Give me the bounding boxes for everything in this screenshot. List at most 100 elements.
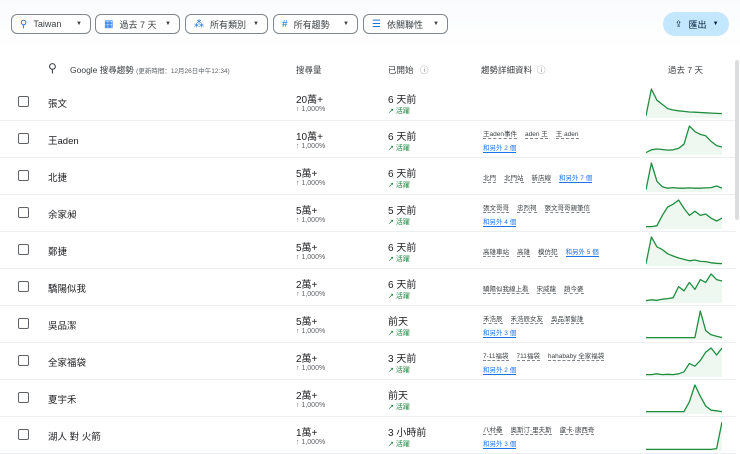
trend-name[interactable]: 張文 [48, 96, 67, 110]
volume-increase: ↑ 1,000% [296, 291, 326, 298]
trending-up-icon: ↗ [388, 145, 394, 152]
table-row[interactable]: 驕陽似我 2萬+ ↑ 1,000% 6 天前 ↗ 活躍 驕陽似我線上看 宋威龍 趙今… [0, 269, 736, 306]
trend-details: 高雄車站 高雄 模仿犯 和另外 5 個 [483, 246, 607, 257]
search-volume: 5萬+ [296, 206, 318, 217]
trend-name[interactable]: 夏宇禾 [48, 392, 77, 406]
row-checkbox[interactable] [18, 281, 29, 292]
row-checkbox[interactable] [18, 355, 29, 366]
more-terms-link[interactable]: 和另外 2 個 [483, 145, 517, 153]
related-term[interactable]: 王 aden [555, 131, 579, 139]
row-checkbox[interactable] [18, 96, 29, 107]
related-term[interactable]: 禾浩辰女友 [510, 316, 543, 324]
info-icon[interactable]: ⓘ [420, 64, 429, 76]
more-terms-link[interactable]: 和另外 3 個 [483, 441, 517, 449]
sparkline-fill [646, 348, 722, 377]
related-term[interactable]: 7-11福袋 [483, 353, 509, 361]
table-row[interactable]: 王aden 10萬+ ↑ 1,000% 6 天前 ↗ 活躍 王aden事件 ade… [0, 121, 736, 158]
trend-name[interactable]: 北捷 [48, 170, 67, 184]
search-volume: 1萬+ [296, 428, 318, 439]
trending-up-icon: ↗ [388, 108, 394, 115]
more-terms-link[interactable]: 和另外 3 個 [483, 330, 517, 338]
related-term[interactable]: 奧斯汀·里夫斯 [510, 427, 552, 435]
row-checkbox[interactable] [18, 318, 29, 329]
related-term[interactable]: 北門 [483, 175, 496, 183]
search-volume: 5萬+ [296, 169, 318, 180]
started-time: 6 天前 [388, 243, 417, 254]
trend-details: 八村壘 奧斯汀·里夫斯 盧卡·唐西奇和另外 3 個 [483, 424, 602, 449]
table-row[interactable]: 吳品潔 5萬+ ↑ 1,000% 前天 ↗ 活躍 禾浩辰 禾浩辰女友 吳品潔髮誰 和另… [0, 306, 736, 343]
related-term[interactable]: 宋威龍 [536, 286, 556, 294]
filter-chip-4[interactable]: ☰ 依關聯性 ▼ [363, 14, 448, 34]
sparkline-chart [646, 421, 722, 451]
table-row[interactable]: 鄭捷 5萬+ ↑ 1,000% 6 天前 ↗ 活躍 高雄車站 高雄 模仿犯 和另外 5… [0, 232, 736, 269]
sparkline-fill [646, 311, 722, 340]
related-term[interactable]: 忠烈祠 [517, 205, 537, 213]
related-term[interactable]: 趙今麥 [564, 286, 584, 294]
related-term[interactable]: 新店線 [531, 175, 551, 183]
row-checkbox[interactable] [18, 429, 29, 440]
search-volume: 2萬+ [296, 354, 318, 365]
table-row[interactable]: 張文 20萬+ ↑ 1,000% 6 天前 ↗ 活躍 [0, 84, 736, 121]
related-term[interactable]: 高雄車站 [483, 249, 509, 257]
sparkline-chart [646, 273, 722, 303]
sparkline-fill [646, 274, 722, 303]
export-button[interactable]: ⇪ 匯出 ▼ [663, 12, 729, 36]
related-term[interactable]: 模仿犯 [538, 249, 558, 257]
related-term[interactable]: 張文哥哥 [483, 205, 509, 213]
filter-chip-2[interactable]: ⁂ 所有類別 ▼ [185, 14, 268, 34]
related-term[interactable]: 吳品潔髮誰 [551, 316, 584, 324]
table-row[interactable]: 全家福袋 2萬+ ↑ 1,000% 3 天前 ↗ 活躍 7-11福袋 711福袋 h… [0, 343, 736, 380]
trending-up-icon: ↗ [388, 330, 394, 337]
trend-name[interactable]: 王aden [48, 133, 79, 147]
row-checkbox[interactable] [18, 244, 29, 255]
row-checkbox[interactable] [18, 392, 29, 403]
started-time: 前天 [388, 391, 408, 402]
trend-name[interactable]: 驕陽似我 [48, 281, 86, 295]
table-row[interactable]: 湖人 對 火箭 1萬+ ↑ 1,000% 3 小時前 ↗ 活躍 八村壘 奧斯汀·里… [0, 417, 736, 454]
related-term[interactable]: 張文哥哥親筆信 [544, 205, 590, 213]
trend-name[interactable]: 鄭捷 [48, 244, 67, 258]
related-term[interactable]: 盧卡·唐西奇 [559, 427, 595, 435]
table-row[interactable]: 北捷 5萬+ ↑ 1,000% 6 天前 ↗ 活躍 北門 北門站 新店線 和另外 7 … [0, 158, 736, 195]
status-active: ↗ 活躍 [388, 143, 410, 153]
status-label: 活躍 [395, 367, 410, 374]
filter-chip-0[interactable]: ⚲ Taiwan ▼ [11, 14, 91, 34]
related-term[interactable]: 王aden事件 [483, 131, 517, 139]
row-checkbox[interactable] [18, 207, 29, 218]
scrollbar[interactable] [735, 60, 739, 220]
trend-name[interactable]: 全家福袋 [48, 355, 86, 369]
sparkline-chart [646, 310, 722, 340]
table-row[interactable]: 余家昶 5萬+ ↑ 1,000% 5 天前 ↗ 活躍 張文哥哥 忠烈祠 張文哥哥親筆… [0, 195, 736, 232]
more-terms-link[interactable]: 和另外 4 個 [483, 219, 517, 227]
related-term[interactable]: 高雄 [517, 249, 530, 257]
row-checkbox[interactable] [18, 133, 29, 144]
chevron-down-icon: ▼ [253, 21, 259, 27]
trend-name[interactable]: 吳品潔 [48, 318, 77, 332]
filter-chip-3[interactable]: # 所有趨勢 ▼ [273, 14, 358, 34]
status-active: ↗ 活躍 [388, 365, 410, 375]
related-term[interactable]: 八村壘 [483, 427, 503, 435]
filter-chip-1[interactable]: ▦ 過去 7 天 ▼ [95, 14, 180, 34]
trend-name[interactable]: 湖人 對 火箭 [48, 429, 101, 443]
column-volume[interactable]: 搜尋量 [296, 64, 322, 76]
trend-details: 7-11福袋 711福袋 hahababy 全家福袋和另外 2 個 [483, 350, 612, 375]
status-active: ↗ 活躍 [388, 402, 410, 412]
related-term[interactable]: 驕陽似我線上看 [483, 286, 529, 294]
more-terms-link[interactable]: 和另外 5 個 [565, 249, 599, 257]
trend-name[interactable]: 余家昶 [48, 207, 77, 221]
related-term[interactable]: hahababy 全家福袋 [547, 353, 605, 361]
filter-toolbar: ⚲ Taiwan ▼ ▦ 過去 7 天 ▼ ⁂ 所有類別 ▼ # 所有趨勢 ▼ ☰ 依關聯性 ▼ ⇪ 匯出 … [0, 0, 740, 50]
search-icon[interactable]: ⚲ [48, 61, 57, 75]
related-term[interactable]: 北門站 [504, 175, 524, 183]
location-pin-icon: ⚲ [20, 18, 28, 30]
table-row[interactable]: 夏宇禾 2萬+ ↑ 1,000% 前天 ↗ 活躍 [0, 380, 736, 417]
info-icon[interactable]: ⓘ [537, 64, 546, 76]
related-term[interactable]: 禾浩辰 [483, 316, 503, 324]
more-terms-link[interactable]: 和另外 7 個 [559, 175, 593, 183]
related-term[interactable]: 711福袋 [516, 353, 540, 361]
related-term[interactable]: aden 王 [524, 131, 548, 139]
volume-increase: ↑ 1,000% [296, 143, 326, 150]
more-terms-link[interactable]: 和另外 2 個 [483, 367, 517, 375]
column-started[interactable]: 已開始 [388, 64, 414, 76]
row-checkbox[interactable] [18, 170, 29, 181]
